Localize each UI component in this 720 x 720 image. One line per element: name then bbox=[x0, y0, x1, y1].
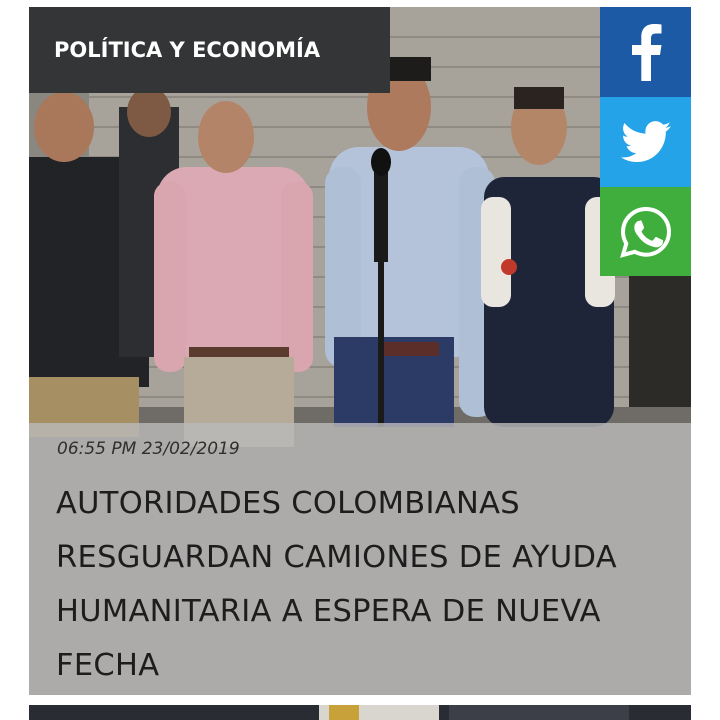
whatsapp-share-button[interactable] bbox=[600, 187, 691, 276]
next-post-strip bbox=[29, 705, 691, 720]
strip-block bbox=[329, 705, 359, 720]
strip-block bbox=[449, 705, 629, 720]
article-headline[interactable]: AUTORIDADES COLOMBIANAS RESGUARDAN CAMIO… bbox=[56, 477, 676, 693]
facebook-share-button[interactable] bbox=[600, 7, 691, 97]
facebook-icon bbox=[631, 24, 661, 81]
headline-overlay[interactable]: 06:55 PM 23/02/2019 AUTORIDADES COLOMBIA… bbox=[29, 423, 691, 695]
news-card[interactable]: POLÍTICA Y ECONOMÍA 06:55 PM 23/02/2019 … bbox=[29, 7, 691, 695]
category-banner[interactable]: POLÍTICA Y ECONOMÍA bbox=[29, 7, 390, 93]
twitter-icon bbox=[620, 121, 671, 162]
whatsapp-icon bbox=[619, 206, 671, 258]
twitter-share-button[interactable] bbox=[600, 97, 691, 187]
category-label: POLÍTICA Y ECONOMÍA bbox=[54, 38, 321, 62]
article-timestamp: 06:55 PM 23/02/2019 bbox=[57, 439, 240, 459]
